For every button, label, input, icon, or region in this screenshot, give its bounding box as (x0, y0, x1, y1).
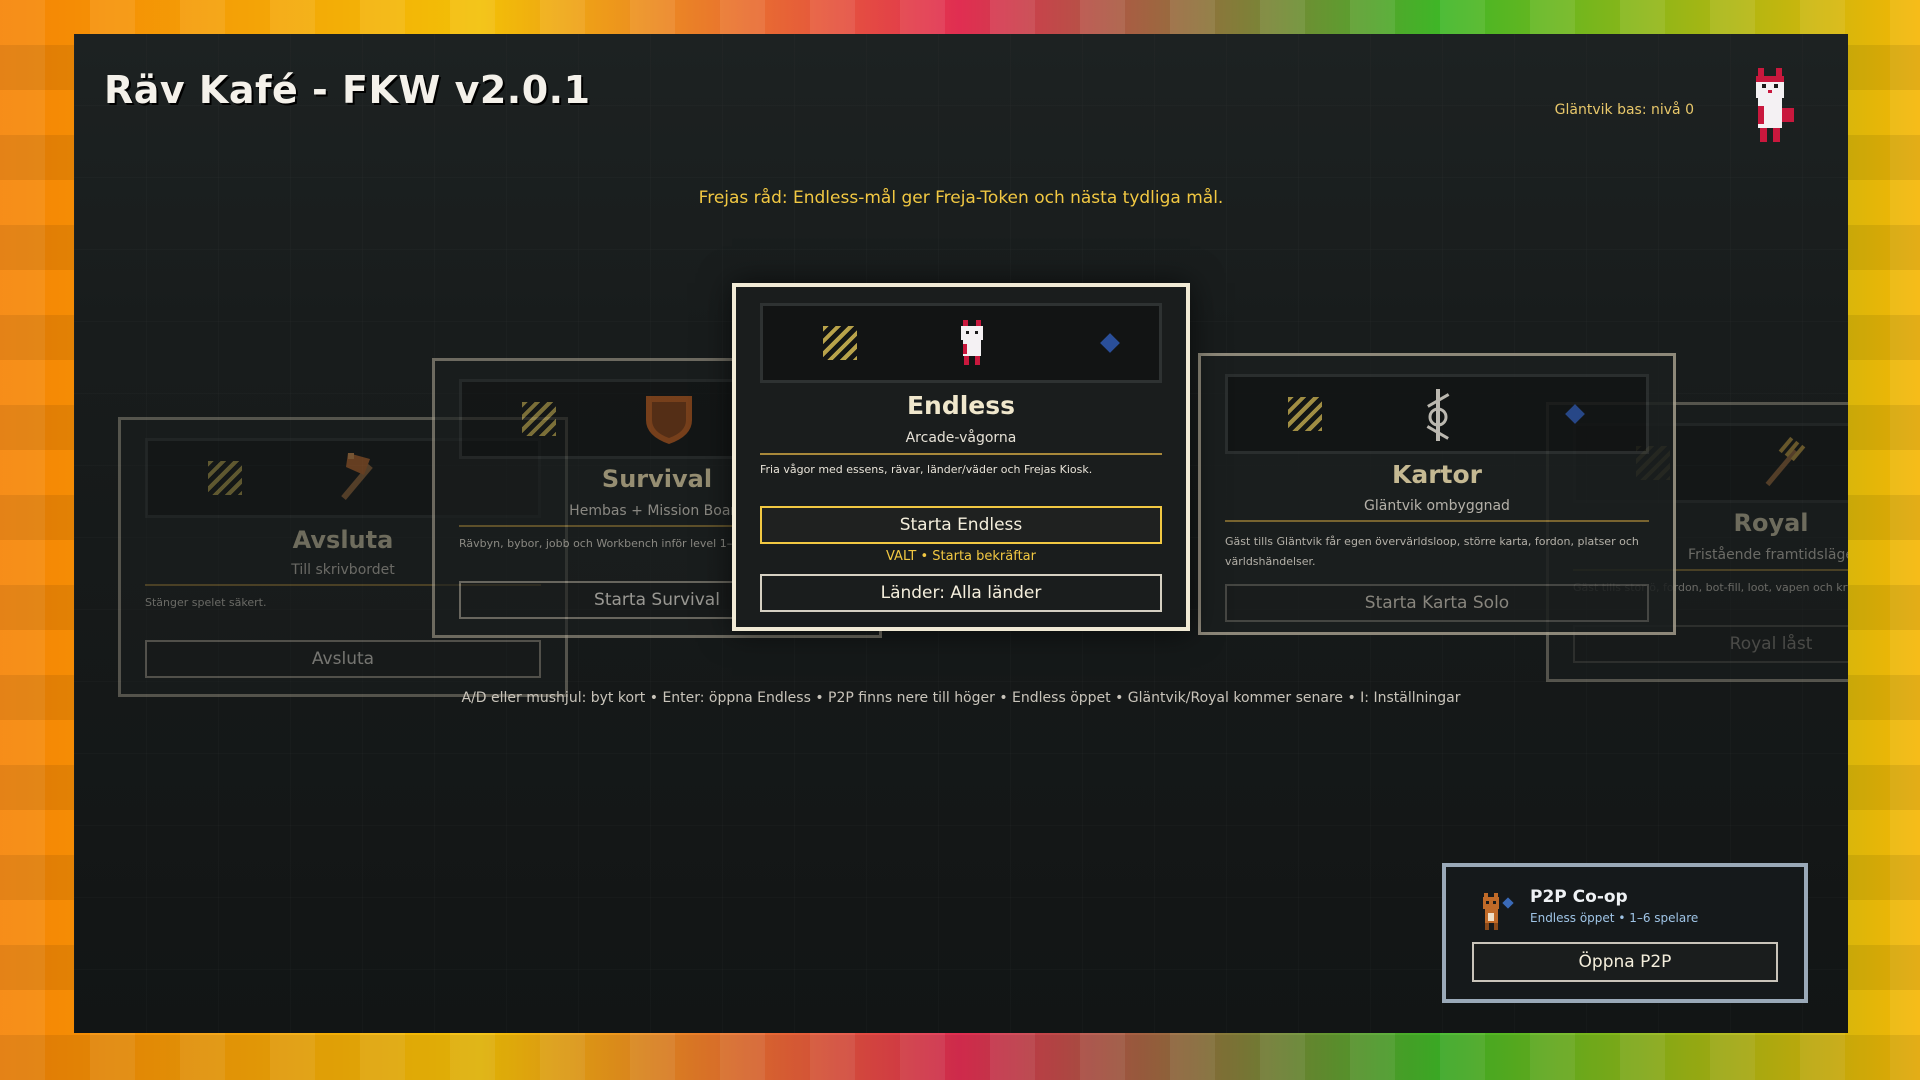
axe-icon (341, 453, 373, 501)
country-select-button[interactable]: Länder: Alla länder (760, 574, 1162, 612)
start-endless-button[interactable]: Starta Endless (760, 506, 1162, 544)
hatch-icon (1288, 397, 1322, 431)
card-description: Fria vågor med essens, rävar, länder/väd… (760, 463, 1093, 476)
hatch-icon (208, 461, 242, 495)
hatch-icon (522, 402, 556, 436)
fox-avatar-icon (1756, 68, 1794, 142)
fox-gem-icon (1483, 893, 1514, 930)
card-endless[interactable]: Endless Arcade-vågorna Fria vågor med es… (732, 283, 1190, 631)
gem-icon (1565, 404, 1585, 424)
base-level-text: Gläntvik bas: nivå 0 (1554, 102, 1694, 118)
controls-hint: A/D eller mushjul: byt kort • Enter: öpp… (461, 690, 1461, 706)
p2p-subtitle: Endless öppet • 1–6 spelare (1530, 911, 1699, 925)
selected-hint: VALT • Starta bekräftar (886, 549, 1036, 564)
card-kartor[interactable]: Kartor Gläntvik ombyggnad Gäst tills Glä… (1198, 353, 1676, 635)
game-title: Räv Kafé - FKW v2.0.1 (104, 68, 591, 112)
p2p-title: P2P Co-op (1530, 887, 1628, 907)
quit-button[interactable]: Avsluta (145, 640, 541, 678)
open-p2p-button[interactable]: Öppna P2P (1472, 942, 1778, 982)
card-icon-bar (760, 303, 1162, 383)
pitchfork-icon (1765, 436, 1806, 487)
gem-icon (1100, 333, 1120, 353)
card-subtitle: Gläntvik ombyggnad (1364, 498, 1510, 514)
shield-icon (646, 396, 692, 444)
p2p-panel: P2P Co-op Endless öppet • 1–6 spelare Öp… (1442, 863, 1808, 1003)
freja-advice: Frejas råd: Endless-mål ger Freja-Token … (698, 188, 1224, 208)
card-icon-bar (1225, 374, 1649, 454)
start-map-solo-button[interactable]: Starta Karta Solo (1225, 584, 1649, 622)
hatch-icon (823, 326, 857, 360)
card-subtitle: Arcade-vågorna (905, 430, 1017, 446)
main-menu-panel: Räv Kafé - FKW v2.0.1 Gläntvik bas: nivå… (74, 34, 1848, 1033)
card-title: Endless (906, 391, 1016, 420)
card-description: Gäst tills Gläntvik får egen övervärldsl… (1225, 535, 1639, 568)
fox-icon (961, 320, 983, 365)
card-divider (760, 453, 1162, 455)
card-divider (1225, 520, 1649, 522)
card-title: Kartor (1391, 460, 1483, 489)
rune-icon (1426, 389, 1450, 441)
